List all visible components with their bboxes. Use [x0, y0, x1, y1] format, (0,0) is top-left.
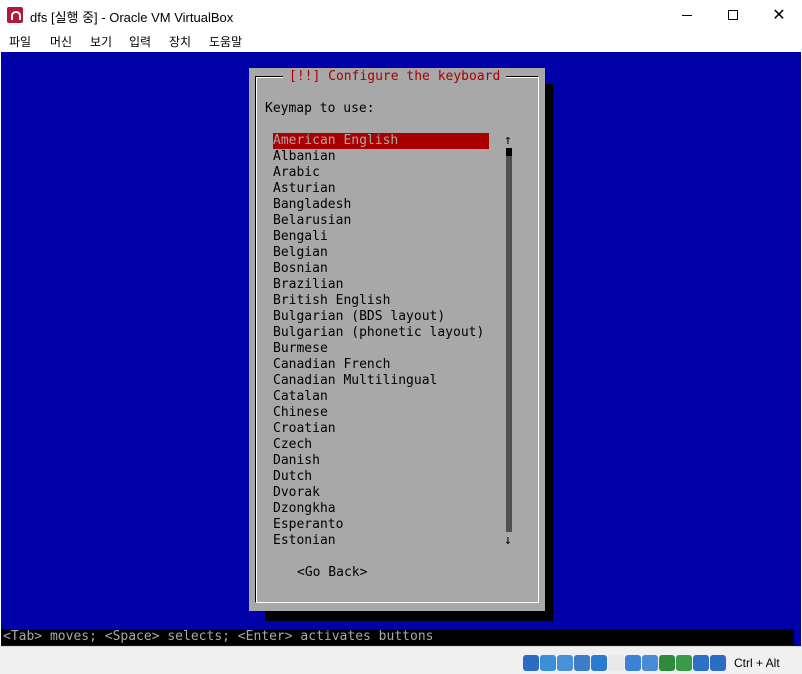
- minimize-icon: [682, 14, 692, 16]
- cpu-icon[interactable]: [659, 655, 675, 671]
- keymap-item[interactable]: Dvorak: [273, 485, 489, 501]
- scrollbar-thumb[interactable]: [506, 148, 512, 156]
- virtualbox-app-icon: [7, 7, 23, 23]
- keymap-prompt: Keymap to use:: [265, 101, 375, 116]
- keymap-item[interactable]: Dzongkha: [273, 501, 489, 517]
- keymap-item[interactable]: Bulgarian (phonetic layout): [273, 325, 489, 341]
- maximize-icon: [728, 10, 738, 20]
- menu-view[interactable]: 보기: [90, 33, 112, 50]
- hard-disk-icon[interactable]: [523, 655, 539, 671]
- keymap-item[interactable]: Brazilian: [273, 277, 489, 293]
- keymap-item[interactable]: Canadian French: [273, 357, 489, 373]
- keyboard-capture-icon[interactable]: [710, 655, 726, 671]
- window-titlebar[interactable]: dfs [실행 중] - Oracle VM VirtualBox ✕: [0, 0, 802, 30]
- keymap-item[interactable]: Bangladesh: [273, 197, 489, 213]
- vm-screen[interactable]: [!!] Configure the keyboard Keymap to us…: [1, 52, 801, 646]
- window-title: dfs [실행 중] - Oracle VM VirtualBox: [30, 10, 234, 25]
- keymap-item[interactable]: Bulgarian (BDS layout): [273, 309, 489, 325]
- audio-icon[interactable]: [557, 655, 573, 671]
- display-icon[interactable]: [625, 655, 641, 671]
- keymap-item[interactable]: Arabic: [273, 165, 489, 181]
- menu-input[interactable]: 입력: [129, 33, 151, 50]
- maximize-button[interactable]: [710, 0, 756, 30]
- keymap-item[interactable]: Danish: [273, 453, 489, 469]
- go-back-button[interactable]: <Go Back>: [297, 565, 367, 581]
- mouse-integration-icon[interactable]: [693, 655, 709, 671]
- minimize-button[interactable]: [664, 0, 710, 30]
- close-icon: ✕: [772, 5, 786, 24]
- keymap-item[interactable]: Dutch: [273, 469, 489, 485]
- keymap-item[interactable]: Belarusian: [273, 213, 489, 229]
- keymap-item[interactable]: Bosnian: [273, 261, 489, 277]
- keymap-item[interactable]: Esperanto: [273, 517, 489, 533]
- keymap-item[interactable]: Albanian: [273, 149, 489, 165]
- keyboard-dialog: [!!] Configure the keyboard Keymap to us…: [249, 68, 545, 611]
- scroll-down-icon: ↓: [504, 533, 512, 548]
- keymap-list[interactable]: American English Albanian Arabic Asturian Ba…: [273, 133, 489, 549]
- usb-icon[interactable]: [591, 655, 607, 671]
- menu-help[interactable]: 도움말: [209, 33, 242, 50]
- keymap-item[interactable]: Croatian: [273, 421, 489, 437]
- status-bar: Ctrl + Alt: [0, 646, 802, 674]
- virtualization-icon[interactable]: [676, 655, 692, 671]
- shared-folder-icon[interactable]: [608, 655, 624, 671]
- network-icon[interactable]: [574, 655, 590, 671]
- keymap-item[interactable]: Burmese: [273, 341, 489, 357]
- keymap-item[interactable]: British English: [273, 293, 489, 309]
- menu-file[interactable]: 파일: [9, 33, 31, 50]
- keymap-item[interactable]: Estonian: [273, 533, 489, 549]
- menu-bar: 파일 머신 보기 입력 장치 도움말: [0, 30, 802, 52]
- keymap-item[interactable]: Canadian Multilingual: [273, 373, 489, 389]
- optical-drive-icon[interactable]: [540, 655, 556, 671]
- host-key-label[interactable]: Ctrl + Alt: [734, 656, 780, 670]
- keymap-item[interactable]: Bengali: [273, 229, 489, 245]
- menu-devices[interactable]: 장치: [169, 33, 191, 50]
- keymap-item[interactable]: Czech: [273, 437, 489, 453]
- scroll-up-icon: ↑: [504, 133, 512, 148]
- keymap-item[interactable]: Catalan: [273, 389, 489, 405]
- keymap-item[interactable]: Chinese: [273, 405, 489, 421]
- help-line: <Tab> moves; <Space> selects; <Enter> ac…: [1, 629, 794, 645]
- video-capture-icon[interactable]: [642, 655, 658, 671]
- dialog-title: [!!] Configure the keyboard: [283, 69, 507, 85]
- scrollbar-track[interactable]: [506, 148, 512, 532]
- keymap-item[interactable]: Asturian: [273, 181, 489, 197]
- menu-machine[interactable]: 머신: [50, 33, 72, 50]
- keymap-item-selected[interactable]: American English: [273, 133, 489, 149]
- keymap-item[interactable]: Belgian: [273, 245, 489, 261]
- close-button[interactable]: ✕: [756, 0, 802, 30]
